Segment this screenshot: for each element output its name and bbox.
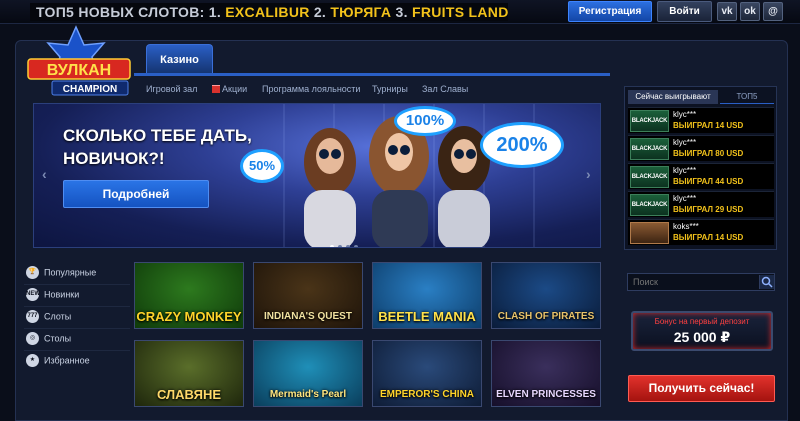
category-label: Новинки [44,289,80,300]
winner-username: klyc*** [673,194,697,203]
winner-amount: ВЫИГРАЛ 14 USD [673,121,744,130]
new-badge-icon: NEW [26,288,40,301]
logo-line2: CHAMPION [63,84,117,95]
new-slots-ticker[interactable]: ТОП5 НОВЫХ СЛОТОВ: 1. EXCALIBUR 2. ТЮРЯГ… [30,3,508,21]
winner-username: klyc*** [673,166,697,175]
winner-row[interactable]: BLACKJACK klyc*** ВЫИГРАЛ 80 USD [628,135,774,161]
game-tile[interactable]: ELVEN PRINCESSES [491,340,601,407]
subnav-loyalty[interactable]: Программа лояльности [262,84,360,94]
category-label: Избранное [44,355,90,366]
subnav-tournaments[interactable]: Турниры [372,84,408,94]
bonus-label: Бонус на первый депозит [654,317,750,326]
game-title: Mermaid's Pearl [269,389,347,400]
tab-casino[interactable]: Казино [146,44,213,74]
game-tile[interactable]: СЛАВЯНЕ [134,340,244,407]
winner-game-thumbnail[interactable] [630,222,669,244]
ticker-text: 3. [391,4,412,20]
gift-icon [212,85,220,93]
category-divider [24,306,130,307]
odnoklassniki-icon[interactable]: ok [740,2,760,21]
game-tile[interactable]: Mermaid's Pearl [253,340,363,407]
bonus-bubble-200: 200% [480,122,564,168]
game-search[interactable] [627,273,775,291]
game-title: EMPEROR'S CHINA [379,389,475,400]
game-title: CRAZY MONKEY [136,309,242,324]
category-label: Слоты [44,311,72,322]
current-winners-panel: Сейчас выигрывают ТОП5 BLACKJACK klyc*** В… [624,86,777,250]
game-tile[interactable]: EMPEROR'S CHINA [372,340,482,407]
search-input[interactable] [628,274,756,290]
winner-row[interactable]: BLACKJACK klyc*** ВЫИГРАЛ 14 USD [628,107,774,133]
subnav-hall-of-fame[interactable]: Зал Славы [422,84,468,94]
tab-winning-now[interactable]: Сейчас выигрывают [628,90,718,104]
bonus-bubble-50: 50% [240,149,284,183]
category-3[interactable]: ◎ Столы [26,332,71,348]
chip-icon: ◎ [26,332,39,345]
ticker-text: 2. [309,4,331,20]
winner-row[interactable]: BLACKJACK klyc*** ВЫИГРАЛ 29 USD [628,191,774,217]
game-tile[interactable]: CRAZY MONKEY [134,262,244,329]
promo-banner[interactable]: СКОЛЬКО ТЕБЕ ДАТЬ, НОВИЧОК?! Подробней 5… [33,103,601,248]
get-bonus-button[interactable]: Получить сейчас! [628,375,775,402]
top-bar: ТОП5 НОВЫХ СЛОТОВ: 1. EXCALIBUR 2. ТЮРЯГ… [0,0,800,24]
category-divider [24,284,130,285]
game-title: INDIANA'S QUEST [264,311,352,322]
game-title: ELVEN PRINCESSES [496,389,596,400]
winner-row[interactable]: koks*** ВЫИГРАЛ 14 USD [628,219,774,245]
more-details-button[interactable]: Подробней [63,180,209,208]
winner-username: klyc*** [673,138,697,147]
category-1[interactable]: NEW Новинки [26,288,79,304]
subnav-promotions[interactable]: Акции [212,84,247,94]
category-2[interactable]: 777 Слоты [26,310,71,326]
ticker-game-name[interactable]: FRUITS LAND [412,4,508,20]
search-icon [761,276,773,288]
logo[interactable]: ВУЛКАН CHAMPION [26,25,132,101]
winner-game-thumbnail[interactable]: BLACKJACK [630,110,669,132]
winner-game-thumbnail[interactable]: BLACKJACK [630,138,669,160]
banner-next-arrow[interactable]: › [586,166,591,182]
register-button[interactable]: Регистрация [568,1,652,22]
game-title: CLASH OF PIRATES [497,311,595,322]
winner-amount: ВЫИГРАЛ 29 USD [673,205,744,214]
category-divider [24,328,130,329]
ticker-game-name[interactable]: EXCALIBUR [225,4,309,20]
category-label: Популярные [44,267,97,278]
trophy-icon: 🏆 [26,266,39,279]
slots-icon: 777 [26,310,39,323]
winner-amount: ВЫИГРАЛ 80 USD [673,149,744,158]
winner-amount: ВЫИГРАЛ 44 USD [673,177,744,186]
category-0[interactable]: 🏆 Популярные [26,266,96,282]
winner-amount: ВЫИГРАЛ 14 USD [673,233,744,242]
category-divider [24,350,130,351]
winner-username: klyc*** [673,110,697,119]
category-4[interactable]: ★ Избранное [26,354,90,370]
ticker-text: ТОП5 НОВЫХ СЛОТОВ: 1. [36,4,226,20]
ticker-game-name[interactable]: ТЮРЯГА [330,4,391,20]
banner-pagination[interactable] [330,236,362,247]
winner-row[interactable]: BLACKJACK klyc*** ВЫИГРАЛ 44 USD [628,163,774,189]
game-title: BEETLE MANIA [378,309,476,324]
winner-username: koks*** [673,222,699,231]
subnav-game-hall[interactable]: Игровой зал [146,84,197,94]
star-icon: ★ [26,354,39,367]
first-deposit-bonus: Бонус на первый депозит 25 000 ₽ [631,311,773,351]
tab-underline [134,73,610,76]
game-tile[interactable]: BEETLE MANIA [372,262,482,329]
category-label: Столы [44,333,72,344]
tab-top5[interactable]: ТОП5 [720,90,774,104]
mail-icon[interactable]: @ [763,2,783,21]
game-tile[interactable]: INDIANA'S QUEST [253,262,363,329]
banner-prev-arrow[interactable]: ‹ [42,166,47,182]
game-title: СЛАВЯНЕ [156,387,222,402]
search-button[interactable] [759,275,774,289]
winner-game-thumbnail[interactable]: BLACKJACK [630,194,669,216]
login-button[interactable]: Войти [657,1,712,22]
winner-game-thumbnail[interactable]: BLACKJACK [630,166,669,188]
bonus-amount: 25 000 ₽ [673,329,731,345]
game-tile[interactable]: CLASH OF PIRATES [491,262,601,329]
vk-icon[interactable]: vk [717,2,737,21]
bonus-bubble-100: 100% [394,106,456,136]
logo-line1: ВУЛКАН [47,62,111,79]
